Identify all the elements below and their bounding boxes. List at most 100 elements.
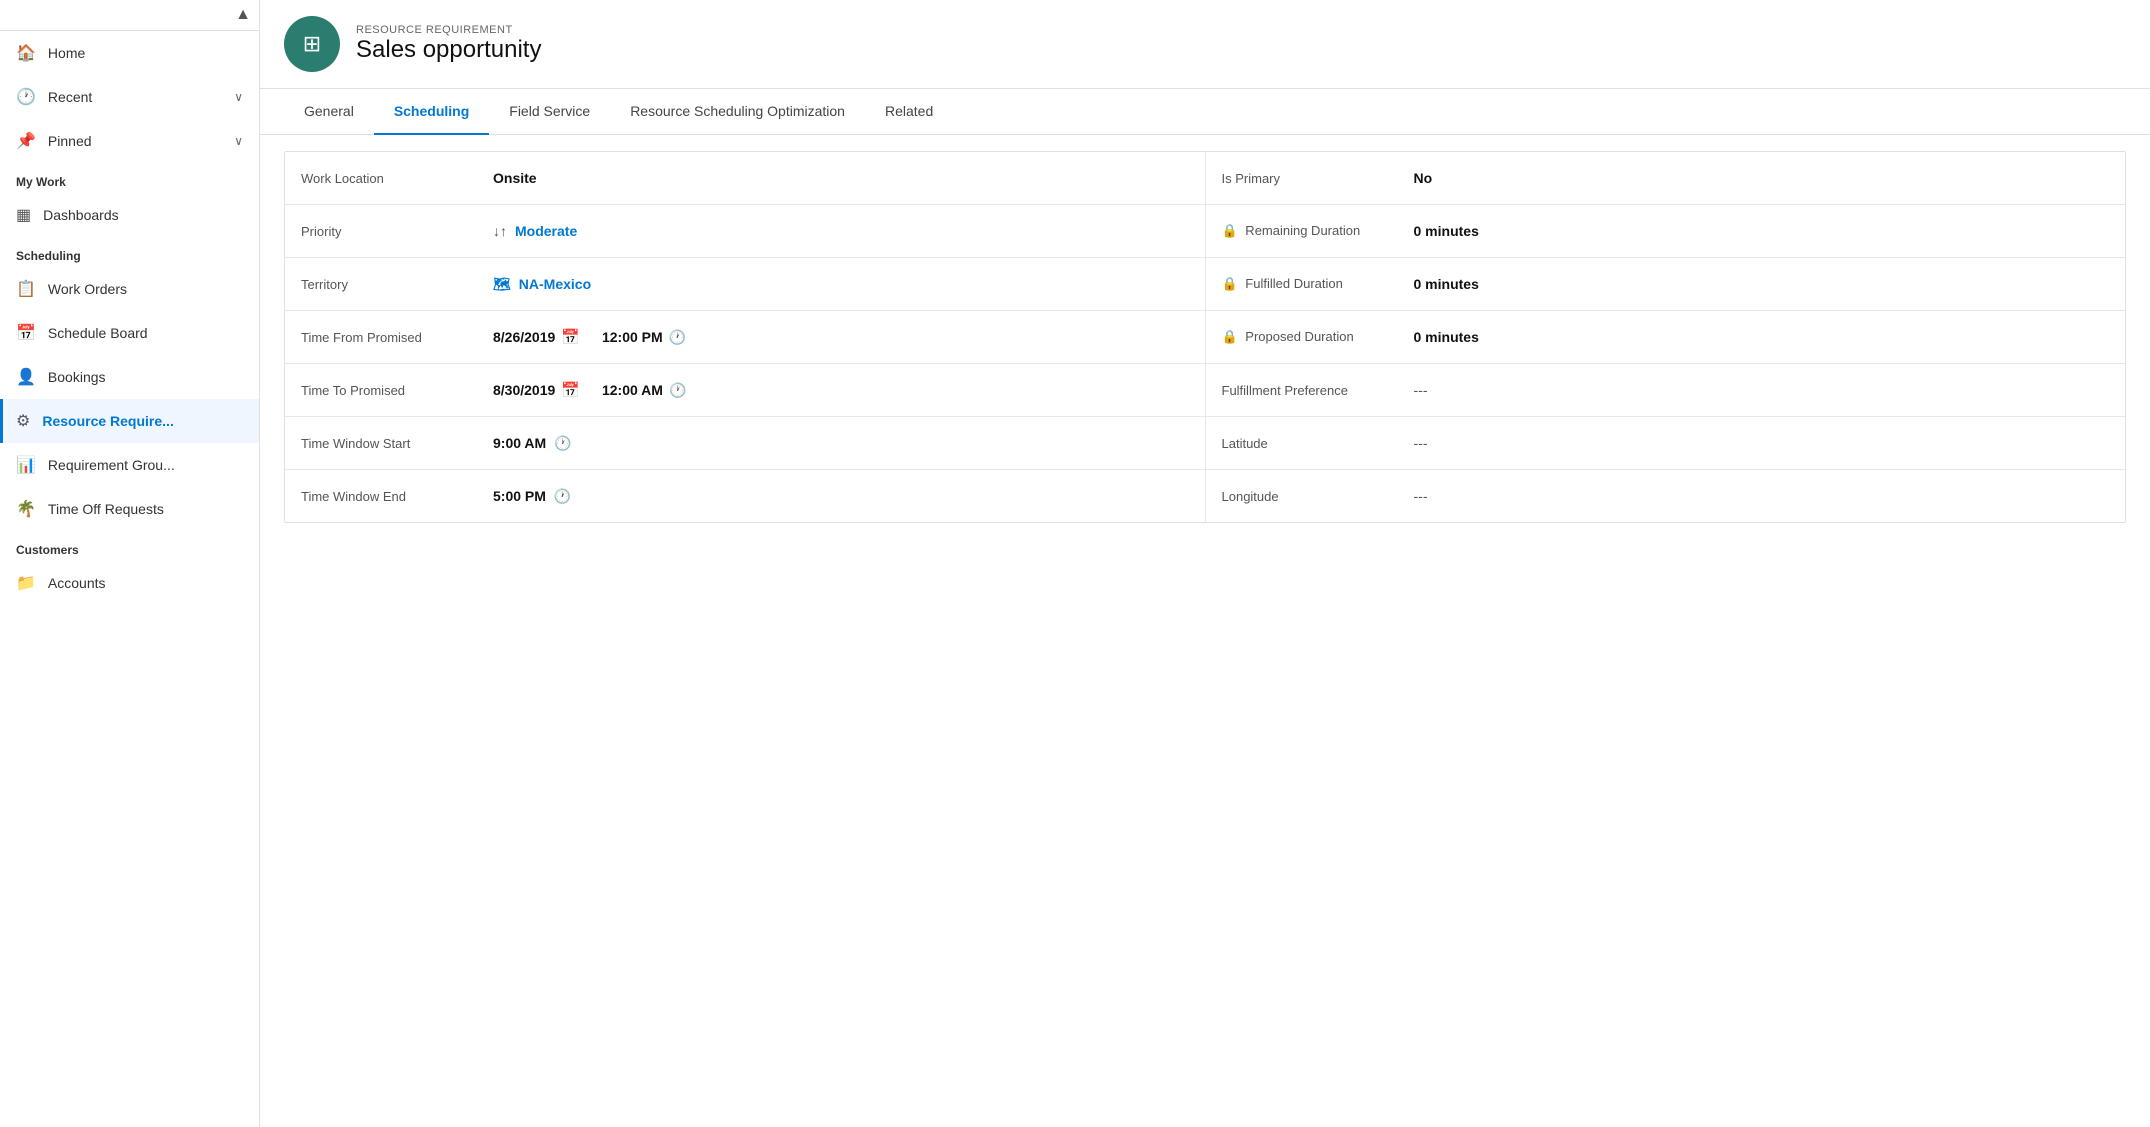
tab-field-service[interactable]: Field Service <box>489 89 610 135</box>
dashboard-icon: ▦ <box>16 205 31 225</box>
record-header: ⊞ RESOURCE REQUIREMENT Sales opportunity <box>260 0 2150 89</box>
work-location-value: Onsite <box>485 158 1205 198</box>
time-window-start-label: Time Window Start <box>285 424 485 463</box>
latitude-value: --- <box>1406 423 2126 463</box>
remaining-duration-value: 0 minutes <box>1406 211 2126 251</box>
fulfillment-preference-label: Fulfillment Preference <box>1206 371 1406 410</box>
sidebar: ▲ 🏠 Home 🕐 Recent ∨ 📌 Pinned ∨ My Work ▦… <box>0 0 260 1127</box>
form-row-time-from-promised: Time From Promised 8/26/2019 📅 12:00 PM … <box>285 311 2125 364</box>
sidebar-item-label: Accounts <box>48 575 106 591</box>
territory-value[interactable]: 🗺 NA-Mexico <box>485 264 1205 305</box>
proposed-duration-value: 0 minutes <box>1406 317 2126 357</box>
form-row-work-location: Work Location Onsite Is Primary No <box>285 152 2125 205</box>
sidebar-item-resource-require[interactable]: ⚙ Resource Require... <box>0 399 259 443</box>
time-from-promised-label: Time From Promised <box>285 318 485 357</box>
form-row-priority: Priority ↓↑ Moderate 🔒 Remaining Duratio… <box>285 205 2125 258</box>
sidebar-nav-recent[interactable]: 🕐 Recent ∨ <box>0 75 259 119</box>
clock-icon[interactable]: 🕐 <box>669 382 686 399</box>
scheduling-section-label: Scheduling <box>0 237 259 267</box>
fulfilled-duration-value: 0 minutes <box>1406 264 2126 304</box>
record-type-label: RESOURCE REQUIREMENT <box>356 24 541 36</box>
clock-icon[interactable]: 🕐 <box>669 329 686 346</box>
sidebar-item-label: Recent <box>48 89 92 105</box>
time-to-promised-value: 8/30/2019 📅 12:00 AM 🕐 <box>485 369 1205 411</box>
sidebar-item-time-off-requests[interactable]: 🌴 Time Off Requests <box>0 487 259 531</box>
form-row-territory: Territory 🗺 NA-Mexico 🔒 Fulfilled Durati… <box>285 258 2125 311</box>
priority-link-text[interactable]: Moderate <box>515 223 577 239</box>
sort-icon: ↓↑ <box>493 223 507 239</box>
tab-resource-scheduling-optimization[interactable]: Resource Scheduling Optimization <box>610 89 865 135</box>
scroll-up-button[interactable]: ▲ <box>235 6 251 24</box>
clock-icon[interactable]: 🕐 <box>554 435 571 452</box>
sidebar-item-bookings[interactable]: 👤 Bookings <box>0 355 259 399</box>
sidebar-item-label: Dashboards <box>43 207 119 223</box>
sidebar-item-accounts[interactable]: 📁 Accounts <box>0 561 259 605</box>
fulfilled-duration-label: 🔒 Fulfilled Duration <box>1206 264 1406 304</box>
time-window-end-value: 5:00 PM 🕐 <box>485 476 1205 517</box>
form-row-time-to-promised: Time To Promised 8/30/2019 📅 12:00 AM 🕐 … <box>285 364 2125 417</box>
main-content: ⊞ RESOURCE REQUIREMENT Sales opportunity… <box>260 0 2150 1127</box>
sidebar-item-schedule-board[interactable]: 📅 Schedule Board <box>0 311 259 355</box>
is-primary-value: No <box>1406 158 2126 198</box>
calendar-icon[interactable]: 📅 <box>561 328 580 346</box>
priority-value[interactable]: ↓↑ Moderate <box>485 211 1205 251</box>
is-primary-label: Is Primary <box>1206 159 1406 198</box>
time-to-promised-label: Time To Promised <box>285 371 485 410</box>
lock-icon: 🔒 <box>1222 276 1238 291</box>
scheduling-form: Work Location Onsite Is Primary No Prior… <box>284 151 2126 523</box>
time-off-icon: 🌴 <box>16 499 36 519</box>
accounts-icon: 📁 <box>16 573 36 593</box>
record-icon: ⊞ <box>284 16 340 72</box>
remaining-duration-label: 🔒 Remaining Duration <box>1206 211 1406 251</box>
lock-icon: 🔒 <box>1222 223 1238 238</box>
form-content: Work Location Onsite Is Primary No Prior… <box>260 135 2150 1127</box>
sidebar-item-dashboards[interactable]: ▦ Dashboards <box>0 193 259 237</box>
clock-icon[interactable]: 🕐 <box>554 488 571 505</box>
time-to-time: 12:00 AM <box>602 382 663 398</box>
page-title: Sales opportunity <box>356 36 541 64</box>
map-icon: 🗺 <box>493 276 511 293</box>
work-location-label: Work Location <box>285 159 485 198</box>
requirement-grou-icon: 📊 <box>16 455 36 475</box>
bookings-icon: 👤 <box>16 367 36 387</box>
territory-link-text[interactable]: NA-Mexico <box>519 276 591 292</box>
time-from-date: 8/26/2019 <box>493 329 555 345</box>
calendar-icon[interactable]: 📅 <box>561 381 580 399</box>
sidebar-item-label: Home <box>48 45 85 61</box>
home-icon: 🏠 <box>16 43 36 63</box>
sidebar-nav-home[interactable]: 🏠 Home <box>0 31 259 75</box>
time-window-start-value: 9:00 AM 🕐 <box>485 423 1205 464</box>
time-window-start-time: 9:00 AM <box>493 435 546 451</box>
sidebar-item-label: Resource Require... <box>42 413 174 429</box>
sidebar-item-work-orders[interactable]: 📋 Work Orders <box>0 267 259 311</box>
tab-scheduling[interactable]: Scheduling <box>374 89 489 135</box>
sidebar-item-requirement-grou[interactable]: 📊 Requirement Grou... <box>0 443 259 487</box>
sidebar-item-label: Bookings <box>48 369 106 385</box>
sidebar-nav-pinned[interactable]: 📌 Pinned ∨ <box>0 119 259 163</box>
time-from-time: 12:00 PM <box>602 329 663 345</box>
longitude-value: --- <box>1406 476 2126 516</box>
pin-icon: 📌 <box>16 131 36 151</box>
lock-icon: 🔒 <box>1222 329 1238 344</box>
sidebar-item-label: Schedule Board <box>48 325 148 341</box>
time-from-promised-value: 8/26/2019 📅 12:00 PM 🕐 <box>485 316 1205 358</box>
chevron-down-icon: ∨ <box>234 90 243 104</box>
time-window-end-time: 5:00 PM <box>493 488 546 504</box>
time-window-end-label: Time Window End <box>285 477 485 516</box>
schedule-board-icon: 📅 <box>16 323 36 343</box>
fulfillment-preference-value: --- <box>1406 370 2126 410</box>
proposed-duration-label: 🔒 Proposed Duration <box>1206 317 1406 357</box>
clock-icon: 🕐 <box>16 87 36 107</box>
longitude-label: Longitude <box>1206 477 1406 516</box>
tab-related[interactable]: Related <box>865 89 953 135</box>
sidebar-item-label: Work Orders <box>48 281 127 297</box>
sidebar-item-label: Requirement Grou... <box>48 457 175 473</box>
tab-bar: General Scheduling Field Service Resourc… <box>260 89 2150 135</box>
tab-general[interactable]: General <box>284 89 374 135</box>
latitude-label: Latitude <box>1206 424 1406 463</box>
sidebar-item-label: Pinned <box>48 133 92 149</box>
work-orders-icon: 📋 <box>16 279 36 299</box>
sidebar-scroll-top[interactable]: ▲ <box>0 0 259 31</box>
time-to-date: 8/30/2019 <box>493 382 555 398</box>
resource-require-icon: ⚙ <box>16 411 30 431</box>
